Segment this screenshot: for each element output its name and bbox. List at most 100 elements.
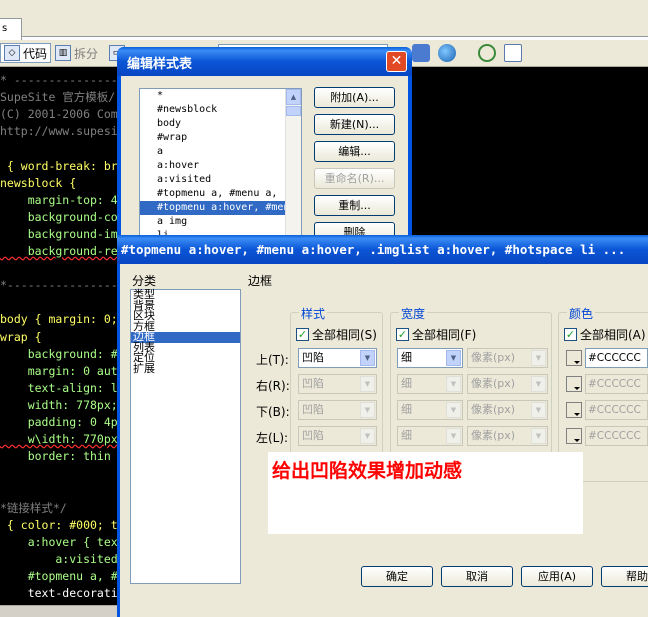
file-management-icon[interactable] — [412, 44, 430, 62]
code-line[interactable]: { color: #000; t — [0, 517, 118, 534]
chevron-down-icon[interactable]: ▼ — [531, 428, 546, 444]
code-line[interactable]: margin: 0 auto — [0, 363, 125, 380]
selector-list-item[interactable]: a img — [140, 215, 301, 229]
cancel-button[interactable]: 取消 — [441, 566, 513, 587]
code-line[interactable]: *链接样式*/ — [0, 500, 67, 517]
chevron-down-icon[interactable]: ▼ — [360, 428, 375, 444]
color-same-for-all-checkbox[interactable]: ✓ 全部相同(A) — [564, 326, 646, 343]
attach-button[interactable]: 附加(A)... — [314, 87, 395, 108]
chevron-down-icon[interactable]: ▼ — [531, 402, 546, 418]
code-line[interactable]: background-colo — [0, 209, 132, 226]
border-right-color-field[interactable]: #CCCCCC — [585, 374, 648, 394]
category-list[interactable]: 类型 背景 区块 方框 边框 列表 定位 扩展 — [130, 289, 241, 584]
code-line[interactable]: wrap { — [0, 329, 42, 346]
new-button[interactable]: 新建(N)... — [314, 114, 395, 135]
border-panel-title: 边框 — [248, 274, 273, 288]
refresh-icon[interactable] — [478, 44, 496, 62]
selector-list-scrollbar[interactable]: ▲ — [285, 89, 301, 245]
code-view-button[interactable]: ◇ 代码 — [0, 43, 52, 63]
chevron-down-icon[interactable]: ▼ — [446, 428, 461, 444]
code-line[interactable]: margin-top: 4px — [0, 192, 132, 209]
code-line[interactable]: newsblock { — [0, 175, 76, 192]
border-left-unit-value: 像素(px) — [471, 429, 516, 442]
code-line[interactable]: a:visited — [0, 551, 117, 568]
selector-list-item[interactable]: a:visited — [140, 173, 301, 187]
duplicate-button[interactable]: 重制... — [314, 195, 395, 216]
border-left-color-picker[interactable] — [566, 428, 582, 444]
border-top-width-unit-select[interactable]: 像素(px) ▼ — [467, 348, 548, 368]
code-line[interactable]: http://www.supesi — [0, 123, 118, 140]
border-bottom-color-picker[interactable] — [566, 402, 582, 418]
border-left-style-value: 凹陷 — [302, 429, 324, 442]
border-bottom-width-select[interactable]: 细 ▼ — [397, 400, 463, 420]
selector-list-item[interactable]: body — [140, 117, 301, 131]
code-line[interactable]: #topmenu a, #m — [0, 568, 125, 585]
border-left-color-field[interactable]: #CCCCCC — [585, 426, 648, 446]
code-line[interactable]: padding: 0 4px — [0, 414, 125, 431]
selector-list-item[interactable]: * — [140, 89, 301, 103]
view-options-icon[interactable] — [504, 44, 522, 62]
rule-dialog-title-bar[interactable]: #topmenu a:hover, #menu a:hover, .imglis… — [117, 235, 648, 264]
code-line[interactable]: w\idth: 770px; — [0, 431, 125, 448]
category-item[interactable]: 扩展 — [131, 363, 240, 375]
code-line[interactable]: { word-break: bre — [0, 158, 125, 175]
chevron-down-icon[interactable]: ▼ — [360, 402, 375, 418]
chevron-down-icon[interactable]: ▼ — [531, 350, 546, 366]
code-line[interactable]: background-ima — [0, 226, 125, 243]
width-same-for-all-checkbox[interactable]: ✓ 全部相同(F) — [396, 326, 476, 343]
border-right-style-select[interactable]: 凹陷 ▼ — [298, 374, 377, 394]
code-line[interactable]: border: thin d — [0, 448, 125, 465]
help-button[interactable]: 帮助 — [601, 566, 648, 587]
code-line[interactable]: SupeSite 官方模板/ — [0, 89, 115, 106]
edit-button[interactable]: 编辑... — [314, 141, 395, 162]
border-top-color-field[interactable]: #CCCCCC — [585, 348, 648, 368]
border-left-width-select[interactable]: 细 ▼ — [397, 426, 463, 446]
border-right-unit-value: 像素(px) — [471, 377, 516, 390]
chevron-down-icon[interactable]: ▼ — [531, 376, 546, 392]
chevron-down-icon[interactable]: ▼ — [446, 350, 461, 366]
code-line[interactable]: background: #F — [0, 346, 125, 363]
chevron-down-icon[interactable]: ▼ — [446, 402, 461, 418]
edit-style-sheet-title-bar[interactable]: 编辑样式表 ✕ — [117, 47, 412, 76]
border-bottom-label: 下(B): — [256, 405, 290, 419]
border-top-style-select[interactable]: 凹陷 ▼ — [298, 348, 377, 368]
border-bottom-style-select[interactable]: 凹陷 ▼ — [298, 400, 377, 420]
close-icon[interactable]: ✕ — [386, 51, 407, 72]
code-line[interactable]: background-rep — [0, 243, 125, 260]
border-left-width-value: 细 — [401, 429, 412, 442]
border-right-width-unit-select[interactable]: 像素(px) ▼ — [467, 374, 548, 394]
annotation-box: 给出凹陷效果增加动感 — [268, 452, 583, 534]
selector-list-item[interactable]: #wrap — [140, 131, 301, 145]
scroll-up-icon[interactable]: ▲ — [286, 89, 301, 105]
border-left-width-unit-select[interactable]: 像素(px) ▼ — [467, 426, 548, 446]
rename-button[interactable]: 重命名(R)... — [314, 168, 395, 189]
selector-list-item[interactable]: #topmenu a:hover, #men — [140, 201, 301, 215]
chevron-down-icon[interactable]: ▼ — [446, 376, 461, 392]
border-bottom-color-field[interactable]: #CCCCCC — [585, 400, 648, 420]
selector-list-item[interactable]: a — [140, 145, 301, 159]
apply-button[interactable]: 应用(A) — [521, 566, 593, 587]
style-same-for-all-checkbox[interactable]: ✓ 全部相同(S) — [296, 326, 377, 343]
code-line[interactable]: body { margin: 0; — [0, 311, 118, 328]
code-line[interactable]: (C) 2001-2006 Com — [0, 106, 118, 123]
selector-list-item[interactable]: #newsblock — [140, 103, 301, 117]
border-right-color-picker[interactable] — [566, 376, 582, 392]
border-bottom-width-unit-select[interactable]: 像素(px) ▼ — [467, 400, 548, 420]
scroll-thumb[interactable] — [286, 106, 301, 116]
border-top-color-picker[interactable] — [566, 350, 582, 366]
code-line[interactable]: text-align: le — [0, 380, 125, 397]
selector-list-item[interactable]: #topmenu a, #menu a, . — [140, 187, 301, 201]
ok-button[interactable]: 确定 — [361, 566, 433, 587]
chevron-down-icon[interactable]: ▼ — [360, 350, 375, 366]
code-line[interactable]: width: 778px; — [0, 397, 118, 414]
border-left-style-select[interactable]: 凹陷 ▼ — [298, 426, 377, 446]
border-top-width-select[interactable]: 细 ▼ — [397, 348, 463, 368]
chevron-down-icon[interactable]: ▼ — [360, 376, 375, 392]
document-tab[interactable]: s — [0, 18, 22, 40]
split-view-button[interactable]: ▥ 拆分 — [52, 43, 101, 63]
selector-list[interactable]: * #newsblock body #wrap a a:hover a:visited #to… — [139, 88, 302, 246]
preview-globe-icon[interactable] — [438, 44, 456, 62]
border-right-width-select[interactable]: 细 ▼ — [397, 374, 463, 394]
selector-list-item[interactable]: a:hover — [140, 159, 301, 173]
code-line[interactable]: a:hover { text — [0, 534, 125, 551]
